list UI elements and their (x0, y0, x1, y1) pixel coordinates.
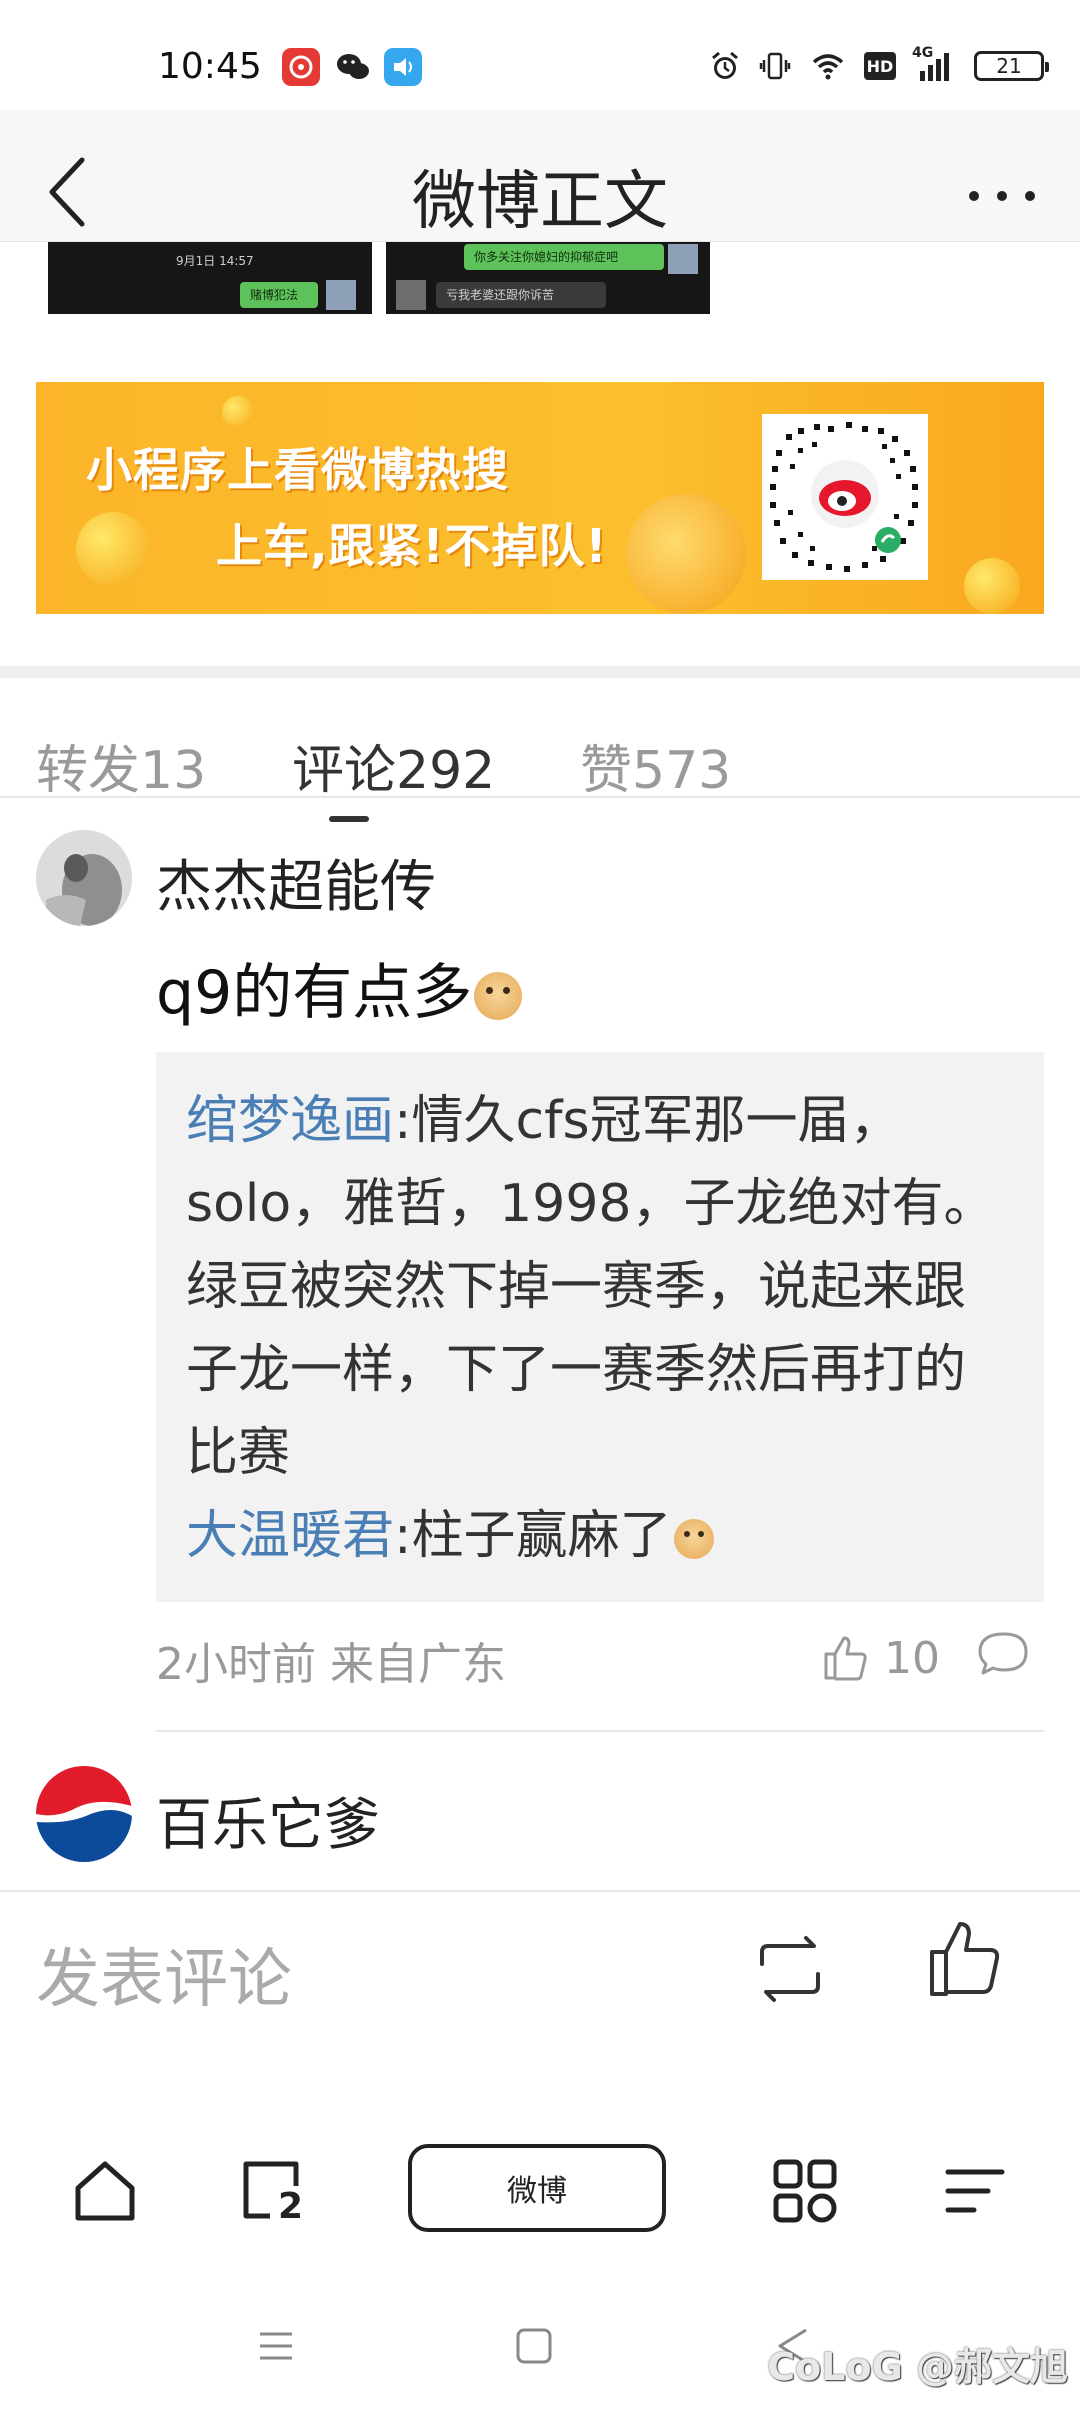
reply-separator: : (394, 1506, 412, 1566)
reply-username[interactable]: 绾梦逸画 (186, 1091, 394, 1151)
tab-likes[interactable]: 赞573 (580, 728, 731, 803)
wechat-icon (334, 48, 372, 86)
post-image-1[interactable]: 9月1日 14:57 赌博犯法 (48, 242, 372, 314)
hd-icon: HD (864, 52, 896, 80)
banner-decoration (222, 396, 254, 428)
status-right-icons: HD 4G 21 (708, 45, 1049, 86)
netease-music-icon (282, 48, 320, 86)
qr-code-icon (762, 414, 928, 580)
reply-preview-box[interactable]: 绾梦逸画:情久cfs冠军那一届，solo，雅哲，1998，子龙绝对有。绿豆被突然… (156, 1052, 1044, 1602)
banner-headline: 小程序上看微博热搜 (86, 443, 509, 497)
comment-text-content: q9的有点多 (156, 958, 473, 1028)
post-image-2[interactable]: 你多关注你媳妇的抑郁症吧 亏我老婆还跟你诉苦 (386, 242, 710, 314)
reply-text: 柱子赢麻了 (411, 1506, 672, 1566)
top-app-bar: 微博正文 (0, 110, 1080, 242)
weibo-button[interactable]: 微博 (408, 2144, 666, 2232)
status-bar: 10:45 HD 4G 21 (0, 0, 1080, 110)
like-icon[interactable] (924, 1914, 1008, 2004)
doge-emoji-icon (673, 1519, 714, 1559)
like-count: 10 (884, 1632, 940, 1684)
menu-icon[interactable] (940, 2156, 1010, 2226)
more-options-icon[interactable] (962, 186, 1042, 206)
comment-meta: 2小时前 来自广东 (156, 1639, 506, 1690)
repost-icon[interactable] (748, 1934, 832, 2004)
tabs-icon[interactable]: 2 (236, 2156, 306, 2227)
banner-subline: 上车,跟紧!不掉队! (216, 519, 608, 573)
watermark: CoLoG @郝文旭 (767, 2345, 1068, 2389)
interaction-tabs: 转发13 评论292 赞573 (0, 678, 1080, 822)
reply-username[interactable]: 大温暖君 (186, 1506, 394, 1566)
home-nav-icon[interactable] (510, 2322, 558, 2370)
chat-bubble-text: 你多关注你媳妇的抑郁症吧 (474, 250, 619, 264)
avatar[interactable] (36, 830, 132, 926)
reply-bubble-icon[interactable] (976, 1626, 1032, 1682)
chat-avatar (326, 280, 356, 310)
vibrate-icon (759, 52, 791, 80)
avatar[interactable] (36, 1766, 132, 1862)
post-images: 9月1日 14:57 赌博犯法 你多关注你媳妇的抑郁症吧 亏我老婆还跟你诉苦 (0, 242, 1080, 314)
page-title: 微博正文 (412, 165, 668, 239)
battery-icon: 21 (974, 51, 1049, 81)
home-icon[interactable] (70, 2156, 140, 2226)
alarm-icon (712, 51, 738, 79)
apps-icon[interactable] (770, 2156, 840, 2226)
comment-username[interactable]: 百乐它爹 (156, 1780, 380, 1861)
comment-input[interactable]: 发表评论 (36, 1928, 292, 2020)
reply-item: 大温暖君:柱子赢麻了 (186, 1495, 1014, 1578)
tab-reposts[interactable]: 转发13 (36, 728, 206, 803)
wifi-icon (812, 54, 844, 80)
comment-username[interactable]: 杰杰超能传 (156, 842, 436, 923)
comment-text: q9的有点多 (156, 944, 523, 1031)
recent-apps-icon[interactable] (252, 2322, 300, 2370)
reply-item: 绾梦逸画:情久cfs冠军那一届，solo，雅哲，1998，子龙绝对有。绿豆被突然… (186, 1080, 1014, 1495)
doge-emoji-icon (474, 972, 523, 1021)
status-time: 10:45 (158, 46, 262, 87)
banner-decoration (964, 558, 1020, 614)
signal-icon: 4G (912, 45, 958, 83)
chat-bubble-text: 赌博犯法 (250, 288, 299, 302)
thumbs-up-icon (824, 1636, 867, 1681)
battery-level: 21 (996, 54, 1022, 78)
tab-count: 2 (278, 2186, 304, 2227)
mini-program-banner[interactable]: 小程序上看微博热搜 上车,跟紧!不掉队! (36, 382, 1044, 614)
reply-separator: : (394, 1091, 412, 1151)
comment-divider (156, 1730, 1044, 1732)
banner-decoration (626, 494, 746, 614)
chat-timestamp: 9月1日 14:57 (176, 254, 254, 268)
comment-compose-bar: 发表评论 (0, 1890, 1080, 2030)
chat-avatar (668, 244, 698, 274)
section-divider (0, 666, 1080, 678)
chat-bubble-text: 亏我老婆还跟你诉苦 (446, 288, 555, 302)
banner-decoration (76, 512, 150, 586)
bottom-navigation: 2 微博 (0, 2108, 1080, 2268)
chat-avatar (396, 280, 426, 310)
like-button[interactable]: 10 (820, 1628, 940, 1688)
active-tab-indicator (329, 816, 369, 822)
tab-comments[interactable]: 评论292 (292, 728, 495, 803)
system-navigation: CoLoG @郝文旭 (0, 2290, 1080, 2412)
message-icon (384, 48, 422, 86)
